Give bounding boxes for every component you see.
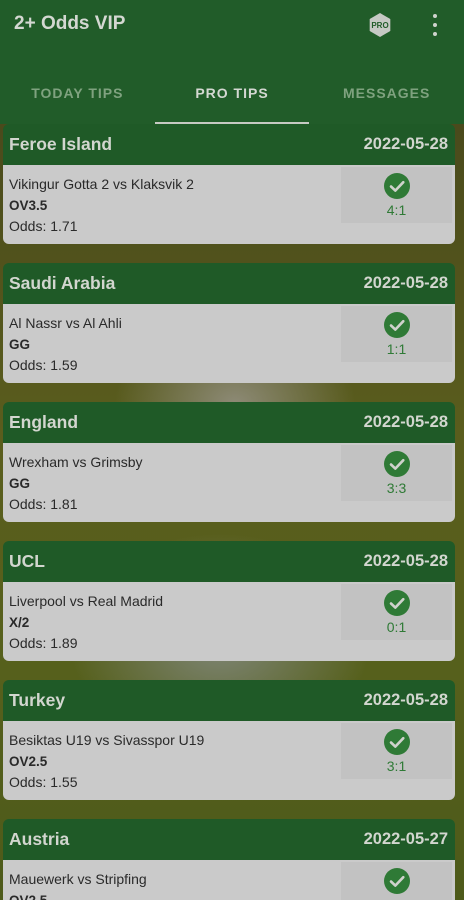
tip-date: 2022-05-28: [363, 135, 448, 153]
tip-match: Al Nassr vs Al Ahli: [9, 315, 122, 331]
tab-bar: TODAY TIPS PRO TIPS MESSAGES: [0, 72, 464, 124]
tip-card-body: Wrexham vs Grimsby GG Odds: 1.81 3:3: [3, 443, 455, 522]
tip-card-header: Austria 2022-05-27: [3, 819, 455, 860]
tip-result: 4:1: [341, 167, 452, 223]
pro-badge-icon[interactable]: PRO: [369, 13, 391, 37]
check-circle-icon: [383, 173, 410, 199]
tip-prediction: X/2: [9, 615, 30, 630]
tip-card[interactable]: Turkey 2022-05-28 Besiktas U19 vs Sivass…: [3, 680, 455, 800]
tip-match: Liverpool vs Real Madrid: [9, 593, 164, 609]
tip-date: 2022-05-28: [363, 274, 448, 292]
tip-result: 0:1: [341, 584, 452, 640]
tip-odds: Odds: 1.59: [9, 357, 78, 373]
tip-country: UCL: [9, 551, 45, 571]
tip-score: 3:3: [386, 480, 407, 496]
tip-card-body: Mauewerk vs Stripfing OV2.5: [3, 860, 455, 900]
tip-score: 4:1: [386, 202, 407, 218]
check-circle-icon: [383, 451, 410, 477]
tip-country: Saudi Arabia: [9, 273, 116, 293]
tip-card-header: UCL 2022-05-28: [3, 541, 455, 582]
tip-date: 2022-05-28: [363, 691, 448, 709]
tip-result: 3:1: [341, 723, 452, 779]
tab-messages[interactable]: MESSAGES: [309, 72, 464, 124]
tip-odds: Odds: 1.55: [9, 774, 78, 790]
tip-prediction: OV3.5: [9, 198, 48, 213]
tip-date: 2022-05-28: [363, 552, 448, 570]
tip-card-header: Feroe Island 2022-05-28: [3, 124, 455, 165]
tip-match: Besiktas U19 vs Sivasspor U19: [9, 732, 205, 748]
more-vert-icon[interactable]: [426, 12, 444, 38]
tip-card[interactable]: England 2022-05-28 Wrexham vs Grimsby GG…: [3, 402, 455, 522]
tips-list[interactable]: Feroe Island 2022-05-28 Vikingur Gotta 2…: [0, 124, 464, 900]
tab-today-tips[interactable]: TODAY TIPS: [0, 72, 155, 124]
app-title: 2+ Odds VIP: [14, 13, 126, 34]
tip-card[interactable]: Austria 2022-05-27 Mauewerk vs Stripfing…: [3, 819, 455, 900]
check-circle-icon: [383, 590, 410, 616]
tip-result: [341, 862, 452, 900]
tab-pro-tips[interactable]: PRO TIPS: [154, 72, 310, 124]
tip-country: Turkey: [9, 690, 66, 710]
tip-country: Feroe Island: [9, 134, 113, 154]
tip-prediction: GG: [9, 476, 31, 491]
tip-match: Wrexham vs Grimsby: [9, 454, 143, 470]
tip-card-header: Turkey 2022-05-28: [3, 680, 455, 721]
tip-card[interactable]: Saudi Arabia 2022-05-28 Al Nassr vs Al A…: [3, 263, 455, 383]
tip-card-body: Vikingur Gotta 2 vs Klaksvik 2 OV3.5 Odd…: [3, 165, 455, 244]
tip-prediction: GG: [9, 337, 31, 352]
tip-card[interactable]: Feroe Island 2022-05-28 Vikingur Gotta 2…: [3, 124, 455, 244]
tip-card-body: Besiktas U19 vs Sivasspor U19 OV2.5 Odds…: [3, 721, 455, 800]
tip-country: Austria: [9, 829, 70, 849]
tip-score: 0:1: [386, 619, 407, 635]
tip-card-header: England 2022-05-28: [3, 402, 455, 443]
tip-result: 3:3: [341, 445, 452, 501]
tip-score: 3:1: [386, 758, 407, 774]
tip-card-body: Liverpool vs Real Madrid X/2 Odds: 1.89 …: [3, 582, 455, 661]
tip-prediction: OV2.5: [9, 890, 341, 900]
check-circle-icon: [383, 729, 410, 755]
tip-country: England: [9, 412, 79, 432]
check-circle-icon: [383, 868, 410, 894]
tip-date: 2022-05-27: [363, 830, 448, 848]
tip-odds: Odds: 1.81: [9, 496, 78, 512]
tip-date: 2022-05-28: [363, 413, 448, 431]
tip-card[interactable]: UCL 2022-05-28 Liverpool vs Real Madrid …: [3, 541, 455, 661]
tip-result: 1:1: [341, 306, 452, 362]
tip-card-header: Saudi Arabia 2022-05-28: [3, 263, 455, 304]
tip-match: Mauewerk vs Stripfing: [9, 871, 147, 887]
tip-odds: Odds: 1.89: [9, 635, 78, 651]
app-bar: 2+ Odds VIP PRO TODAY TIPS PRO TIPS MESS…: [0, 0, 464, 124]
tip-card-body: Al Nassr vs Al Ahli GG Odds: 1.59 1:1: [3, 304, 455, 383]
check-circle-icon: [383, 312, 410, 338]
pro-badge-label: PRO: [371, 20, 389, 30]
tip-score: 1:1: [386, 341, 407, 357]
tip-prediction: OV2.5: [9, 754, 48, 769]
tip-match: Vikingur Gotta 2 vs Klaksvik 2: [9, 176, 194, 192]
tip-odds: Odds: 1.71: [9, 218, 78, 234]
